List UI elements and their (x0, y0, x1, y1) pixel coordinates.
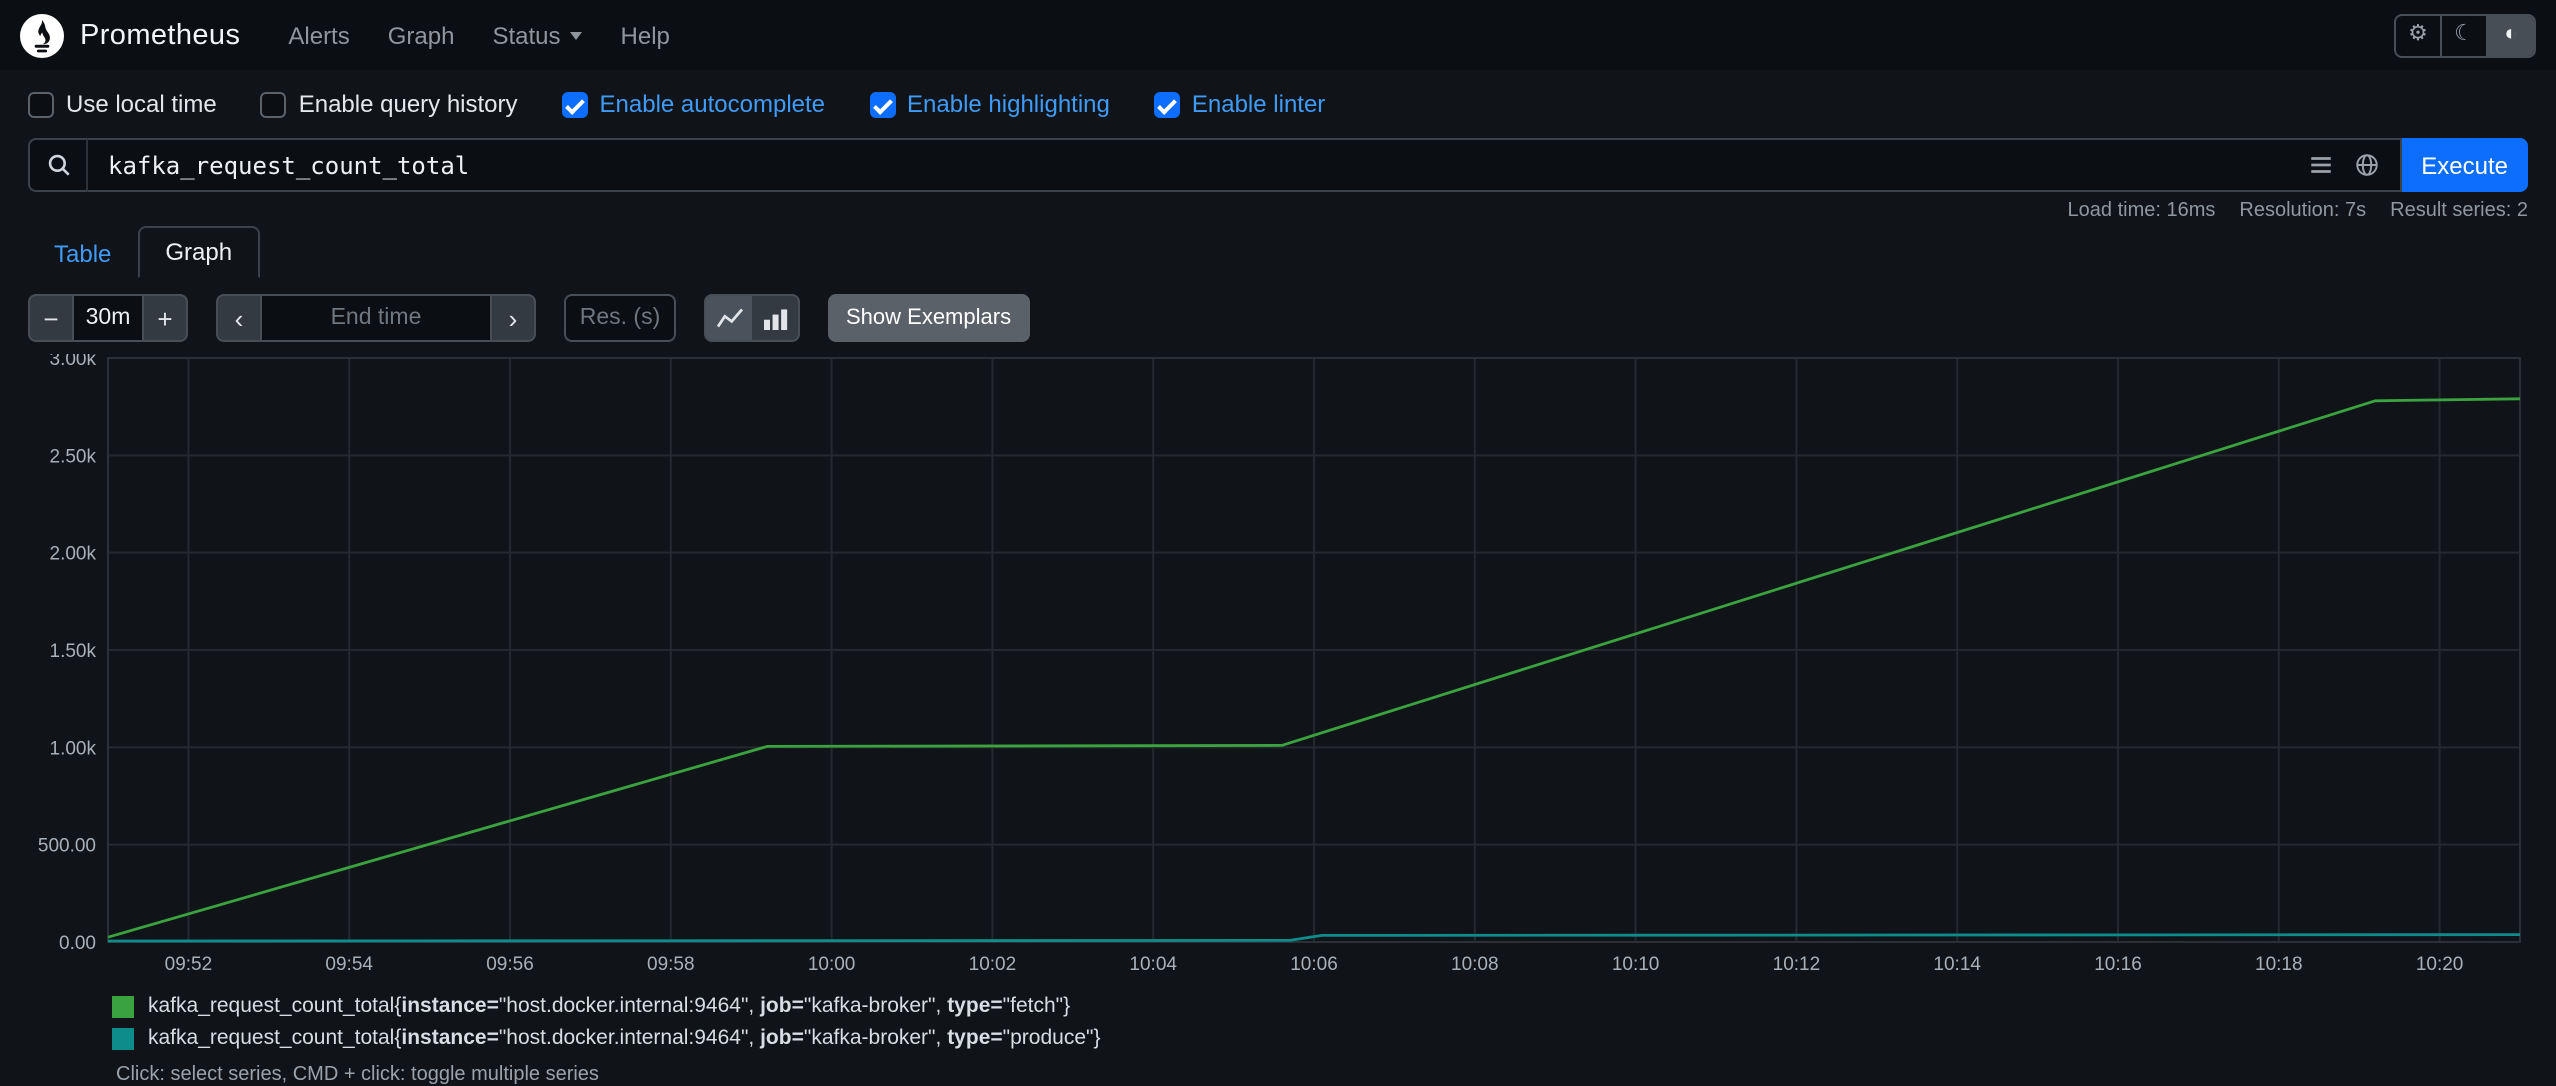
svg-text:10:20: 10:20 (2416, 954, 2464, 975)
resolution-input[interactable] (564, 294, 676, 342)
nav-status[interactable]: Status (492, 21, 583, 49)
nav-alerts[interactable]: Alerts (288, 21, 349, 49)
graph-legend: kafka_request_count_total{instance="host… (112, 994, 2556, 1050)
metrics-explorer-icon[interactable] (2307, 152, 2333, 178)
brand[interactable]: Prometheus (20, 13, 240, 57)
query-bar: Execute (28, 138, 2528, 192)
show-exemplars-button[interactable]: Show Exemplars (828, 294, 1030, 342)
svg-text:1.50k: 1.50k (50, 641, 97, 662)
gear-icon: ⚙ (2408, 22, 2428, 46)
svg-text:2.00k: 2.00k (50, 544, 97, 565)
load-time: Load time: 16ms (2067, 200, 2216, 222)
enable-autocomplete-checkbox[interactable]: Enable autocomplete (561, 90, 826, 118)
svg-text:09:58: 09:58 (647, 954, 695, 975)
svg-text:09:56: 09:56 (486, 954, 534, 975)
nav-graph[interactable]: Graph (388, 21, 455, 49)
globe-icon[interactable] (2353, 152, 2379, 178)
nav-links: Alerts Graph Status Help (288, 21, 2394, 49)
checkbox-icon (260, 91, 287, 117)
query-options: Use local time Enable query history Enab… (0, 70, 2556, 134)
query-input[interactable] (88, 138, 2288, 192)
svg-text:10:00: 10:00 (808, 954, 856, 975)
decrease-range-button[interactable]: − (28, 294, 72, 342)
prometheus-logo-icon (20, 13, 64, 57)
theme-dark-button[interactable]: ☾ (2442, 15, 2488, 55)
enable-highlighting-checkbox[interactable]: Enable highlighting (869, 90, 1110, 118)
stacked-chart-icon (763, 309, 787, 330)
svg-text:10:18: 10:18 (2255, 954, 2303, 975)
checkbox-label: Enable autocomplete (599, 90, 826, 118)
tab-table[interactable]: Table (28, 230, 137, 278)
theme-toggle-group: ⚙ ☾ ◐ (2394, 13, 2536, 57)
chevron-down-icon (570, 31, 583, 39)
brand-title: Prometheus (80, 19, 241, 51)
prometheus-app: Prometheus Alerts Graph Status Help ⚙ ☾ … (0, 0, 2556, 1086)
svg-text:10:12: 10:12 (1773, 954, 1821, 975)
query-stats: Load time: 16ms Resolution: 7s Result se… (0, 200, 2528, 222)
query-inline-actions (2287, 138, 2402, 192)
moon-icon: ☾ (2454, 22, 2474, 46)
nav-status-label: Status (492, 21, 561, 49)
graph-panel: 0.00 500.00 1.00k 1.50k 2.00k 2.50k 3.00k 09:52… (28, 354, 2528, 978)
graph-type-group (704, 294, 800, 342)
result-series-stat: Result series: 2 (2390, 200, 2528, 222)
legend-label: kafka_request_count_total{instance="host… (148, 1026, 1101, 1050)
svg-text:2.50k: 2.50k (50, 446, 97, 467)
line-graph-button[interactable] (704, 294, 752, 342)
svg-text:10:10: 10:10 (1612, 954, 1660, 975)
stacked-graph-button[interactable] (752, 294, 800, 342)
checkbox-label: Enable linter (1191, 90, 1326, 118)
use-local-time-checkbox[interactable]: Use local time (28, 90, 217, 118)
svg-text:1.00k: 1.00k (50, 738, 97, 759)
resolution-stat: Resolution: 7s (2239, 200, 2367, 222)
navbar: Prometheus Alerts Graph Status Help ⚙ ☾ … (0, 0, 2556, 70)
half-circle-icon: ◐ (2504, 22, 2518, 46)
graph-controls: − + ‹ › Show Exemplars (28, 294, 2528, 342)
checkbox-icon (1153, 91, 1180, 117)
end-time-input[interactable] (260, 294, 492, 342)
svg-text:0.00: 0.00 (59, 933, 96, 954)
forward-time-button[interactable]: › (492, 294, 536, 342)
range-group: − + (28, 294, 188, 342)
legend-label: kafka_request_count_total{instance="host… (148, 994, 1071, 1018)
svg-text:09:52: 09:52 (165, 954, 213, 975)
svg-text:10:06: 10:06 (1290, 954, 1338, 975)
svg-text:10:04: 10:04 (1129, 954, 1177, 975)
legend-hint: Click: select series, CMD + click: toggl… (116, 1064, 599, 1086)
enable-linter-checkbox[interactable]: Enable linter (1153, 90, 1326, 118)
settings-gear-button[interactable]: ⚙ (2396, 15, 2442, 55)
checkbox-label: Use local time (66, 90, 217, 118)
increase-range-button[interactable]: + (144, 294, 188, 342)
execute-button[interactable]: Execute (2401, 138, 2528, 192)
legend-swatch (112, 1027, 134, 1049)
nav-help[interactable]: Help (621, 21, 670, 49)
svg-text:10:08: 10:08 (1451, 954, 1499, 975)
back-time-button[interactable]: ‹ (216, 294, 260, 342)
svg-text:10:16: 10:16 (2094, 954, 2142, 975)
search-icon (28, 138, 88, 192)
theme-auto-button[interactable]: ◐ (2488, 15, 2534, 55)
legend-item[interactable]: kafka_request_count_total{instance="host… (112, 1026, 2556, 1050)
graph-canvas[interactable]: 0.00 500.00 1.00k 1.50k 2.00k 2.50k 3.00k 09:52… (28, 354, 2528, 978)
line-chart-icon (715, 308, 743, 328)
svg-text:09:54: 09:54 (325, 954, 373, 975)
checkbox-icon (869, 91, 896, 117)
checkbox-icon (561, 91, 588, 117)
range-input[interactable] (72, 294, 144, 342)
svg-text:10:14: 10:14 (1933, 954, 1981, 975)
tab-graph[interactable]: Graph (137, 226, 261, 278)
panel-tabs: Table Graph (28, 226, 2528, 278)
checkbox-icon (28, 91, 54, 117)
enable-query-history-checkbox[interactable]: Enable query history (260, 90, 518, 118)
legend-item[interactable]: kafka_request_count_total{instance="host… (112, 994, 2556, 1018)
svg-text:500.00: 500.00 (38, 836, 96, 857)
legend-swatch (112, 995, 134, 1017)
checkbox-label: Enable query history (298, 90, 518, 118)
end-time-group: ‹ › (216, 294, 536, 342)
svg-text:10:02: 10:02 (969, 954, 1017, 975)
svg-text:3.00k: 3.00k (50, 354, 97, 370)
checkbox-label: Enable highlighting (907, 90, 1110, 118)
